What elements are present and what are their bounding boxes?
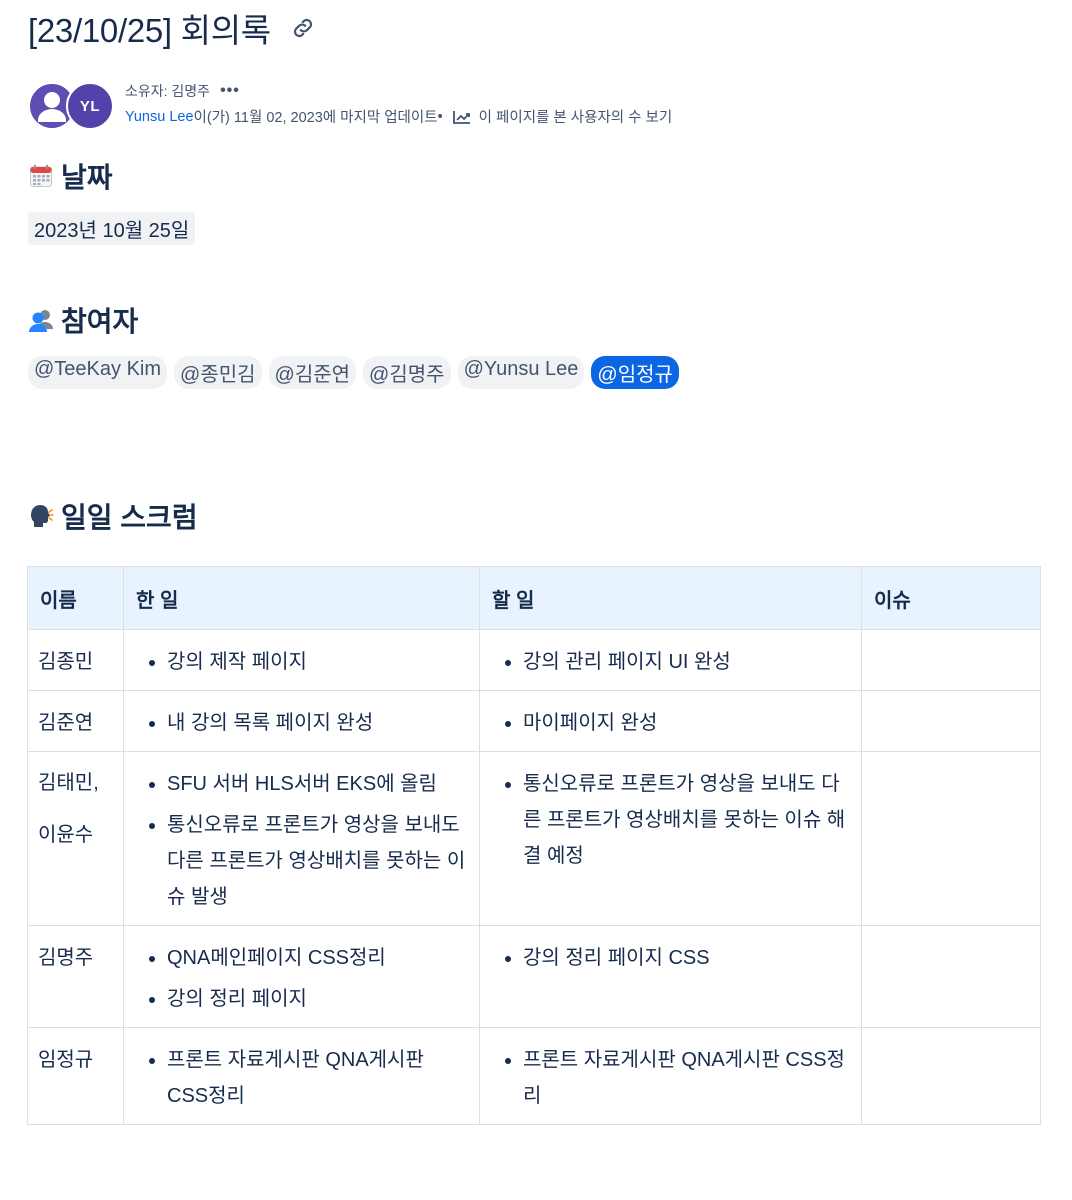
row-issue: [861, 690, 1041, 752]
analytics-label: 이 페이지를 본 사용자의 수 보기: [478, 110, 673, 126]
row-done: 강의 제작 페이지: [123, 629, 480, 691]
mention-junyeon-kim[interactable]: @김준연: [268, 356, 357, 389]
byline: YL 소유자: 김명주 ••• Yunsu Lee 이(가) 11월 02, 2…: [28, 78, 928, 132]
mention-yunsu-lee[interactable]: @Yunsu Lee: [457, 356, 585, 389]
table-row: 김태민, 이윤수 SFU 서버 HLS서버 EKS에 올림 통신오류로 프론트가…: [27, 751, 1041, 926]
list-item: 강의 정리 페이지 CSS: [523, 940, 851, 976]
analytics-link[interactable]: 이 페이지를 본 사용자의 수 보기: [452, 106, 673, 127]
mention-jongmin-kim[interactable]: @종민김: [174, 356, 262, 389]
mention-teekay-kim[interactable]: @TeeKay Kim: [28, 356, 168, 389]
list-item: SFU 서버 HLS서버 EKS에 올림: [167, 766, 469, 802]
list-item: 강의 관리 페이지 UI 완성: [523, 644, 851, 680]
scrum-heading: 일일 스크럼: [28, 496, 198, 536]
row-done: SFU 서버 HLS서버 EKS에 올림 통신오류로 프론트가 영상을 보내도 …: [123, 751, 480, 926]
date-heading: 날짜: [28, 156, 113, 196]
list-item: 마이페이지 완성: [523, 705, 851, 741]
table-row: 임정규 프론트 자료게시판 QNA게시판 CSS정리 프론트 자료게시판 QNA…: [27, 1027, 1041, 1125]
scrum-table: 이름 한 일 할 일 이슈 김종민 강의 제작 페이지 강의 관리 페이지 UI…: [27, 566, 1041, 1125]
row-todo: 통신오류로 프론트가 영상을 보내도 다른 프론트가 영상배치를 못하는 이슈 …: [479, 751, 862, 926]
list-item: 프론트 자료게시판 QNA게시판 CSS정리: [523, 1042, 851, 1114]
date-heading-text: 날짜: [61, 162, 113, 193]
list-item: 강의 정리 페이지: [167, 981, 469, 1017]
people-icon: [28, 307, 54, 333]
author-link[interactable]: Yunsu Lee: [125, 109, 194, 125]
row-todo: 마이페이지 완성: [479, 690, 862, 752]
header-name: 이름: [27, 566, 124, 630]
row-issue: [861, 751, 1041, 926]
list-item: 내 강의 목록 페이지 완성: [167, 705, 469, 741]
header-todo: 할 일: [479, 566, 862, 630]
table-row: 김명주 QNA메인페이지 CSS정리 강의 정리 페이지 강의 정리 페이지 C…: [27, 925, 1041, 1028]
calendar-icon: [28, 163, 54, 189]
row-todo: 강의 정리 페이지 CSS: [479, 925, 862, 1028]
participant-mentions: @TeeKay Kim @종민김 @김준연 @김명주 @Yunsu Lee @임…: [28, 356, 679, 389]
header-issue: 이슈: [861, 566, 1041, 630]
row-issue: [861, 925, 1041, 1028]
row-name: 김태민, 이윤수: [27, 751, 124, 926]
table-row: 김준연 내 강의 목록 페이지 완성 마이페이지 완성: [27, 690, 1041, 752]
date-chip[interactable]: 2023년 10월 25일: [28, 212, 196, 245]
row-issue: [861, 1027, 1041, 1125]
list-item: 프론트 자료게시판 QNA게시판 CSS정리: [167, 1042, 469, 1114]
participants-heading: 참여자: [28, 300, 138, 340]
list-item: QNA메인페이지 CSS정리: [167, 940, 469, 976]
speaking-head-icon: [28, 503, 54, 529]
row-done: 내 강의 목록 페이지 완성: [123, 690, 480, 752]
row-name: 김종민: [27, 629, 124, 691]
more-icon[interactable]: •••: [220, 83, 240, 99]
updated-text: 이(가) 11월 02, 2023에 마지막 업데이트: [193, 110, 438, 126]
row-issue: [861, 629, 1041, 691]
mention-myeongju-kim[interactable]: @김명주: [363, 356, 451, 389]
row-name: 임정규: [27, 1027, 124, 1125]
byline-separator: •: [437, 108, 443, 125]
update-line: Yunsu Lee 이(가) 11월 02, 2023에 마지막 업데이트 • …: [125, 106, 672, 127]
row-name: 김명주: [27, 925, 124, 1028]
owner-line: 소유자: 김명주 •••: [125, 81, 240, 101]
header-done: 한 일: [123, 566, 480, 630]
participants-heading-text: 참여자: [61, 306, 139, 337]
scrum-heading-text: 일일 스크럼: [61, 502, 198, 533]
table-header-row: 이름 한 일 할 일 이슈: [27, 566, 1041, 630]
row-done: 프론트 자료게시판 QNA게시판 CSS정리: [123, 1027, 480, 1125]
row-name: 김준연: [27, 690, 124, 752]
page-title: [23/10/25] 회의록: [28, 12, 271, 49]
list-item: 강의 제작 페이지: [167, 644, 469, 680]
row-todo: 강의 관리 페이지 UI 완성: [479, 629, 862, 691]
list-item: 통신오류로 프론트가 영상을 보내도 다른 프론트가 영상배치를 못하는 이슈 …: [523, 766, 851, 874]
mention-jeonggyu-lim[interactable]: @임정규: [591, 356, 679, 389]
table-row: 김종민 강의 제작 페이지 강의 관리 페이지 UI 완성: [27, 629, 1041, 691]
row-done: QNA메인페이지 CSS정리 강의 정리 페이지: [123, 925, 480, 1028]
list-item: 통신오류로 프론트가 영상을 보내도 다른 프론트가 영상배치를 못하는 이슈 …: [167, 807, 469, 915]
author-avatar[interactable]: YL: [66, 82, 114, 130]
link-icon[interactable]: [289, 14, 317, 42]
row-todo: 프론트 자료게시판 QNA게시판 CSS정리: [479, 1027, 862, 1125]
chart-line-icon: [452, 110, 471, 124]
title-row: [23/10/25] 회의록: [28, 4, 317, 52]
owner-label: 소유자: 김명주: [125, 83, 211, 99]
